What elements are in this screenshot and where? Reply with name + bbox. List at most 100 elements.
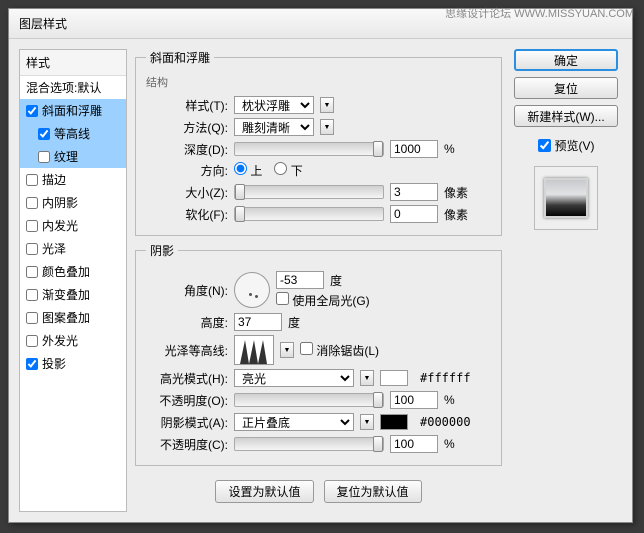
ok-button[interactable]: 确定	[514, 49, 618, 71]
style-item-label: 斜面和浮雕	[42, 102, 102, 119]
style-item[interactable]: 图案叠加	[20, 306, 126, 329]
altitude-input[interactable]	[234, 313, 282, 331]
new-style-button[interactable]: 新建样式(W)...	[514, 105, 618, 127]
opacity-unit: %	[444, 437, 478, 451]
cancel-button[interactable]: 复位	[514, 77, 618, 99]
style-item-checkbox[interactable]	[26, 335, 38, 347]
style-item-label: 外发光	[42, 332, 78, 349]
soften-unit: 像素	[444, 206, 478, 223]
highlight-color-hex: #ffffff	[420, 371, 471, 385]
styles-header: 样式	[20, 50, 126, 76]
size-input[interactable]	[390, 183, 438, 201]
style-select[interactable]: 枕状浮雕	[234, 96, 314, 114]
style-item[interactable]: 内发光	[20, 214, 126, 237]
style-item[interactable]: 内阴影	[20, 191, 126, 214]
global-light-checkbox[interactable]: 使用全局光(G)	[276, 292, 370, 309]
style-item-label: 光泽	[42, 240, 66, 257]
shadow-color-hex: #000000	[420, 415, 471, 429]
size-slider[interactable]	[234, 185, 384, 199]
shadow-opacity-slider[interactable]	[234, 437, 384, 451]
preview-box	[534, 166, 598, 230]
style-item-checkbox[interactable]	[26, 220, 38, 232]
depth-unit: %	[444, 142, 478, 156]
style-item[interactable]: 等高线	[20, 122, 126, 145]
chevron-down-icon[interactable]: ▼	[320, 119, 334, 135]
style-item-checkbox[interactable]	[26, 105, 38, 117]
style-item-checkbox[interactable]	[26, 312, 38, 324]
style-item-checkbox[interactable]	[26, 243, 38, 255]
chevron-down-icon[interactable]: ▼	[360, 414, 374, 430]
chevron-down-icon[interactable]: ▼	[360, 370, 374, 386]
set-default-button[interactable]: 设置为默认值	[215, 480, 313, 503]
shadow-mode-label: 阴影模式(A):	[146, 414, 228, 431]
antialias-checkbox[interactable]: 消除锯齿(L)	[300, 342, 379, 359]
altitude-label: 高度:	[146, 314, 228, 331]
technique-select[interactable]: 雕刻清晰	[234, 118, 314, 136]
size-label: 大小(Z):	[146, 184, 228, 201]
style-item[interactable]: 外发光	[20, 329, 126, 352]
soften-slider[interactable]	[234, 207, 384, 221]
style-item[interactable]: 纹理	[20, 145, 126, 168]
preview-checkbox[interactable]: 预览(V)	[538, 137, 595, 154]
right-panel: 确定 复位 新建样式(W)... 预览(V)	[510, 49, 622, 512]
style-item-label: 渐变叠加	[42, 286, 90, 303]
style-item-label: 内阴影	[42, 194, 78, 211]
blend-options-header[interactable]: 混合选项:默认	[20, 76, 126, 99]
main-settings: 斜面和浮雕 结构 样式(T): 枕状浮雕 ▼ 方法(Q): 雕刻清晰 ▼ 深度(…	[135, 49, 502, 512]
style-item-checkbox[interactable]	[26, 174, 38, 186]
depth-label: 深度(D):	[146, 141, 228, 158]
angle-label: 角度(N):	[146, 282, 228, 299]
soften-input[interactable]	[390, 205, 438, 223]
depth-input[interactable]	[390, 140, 438, 158]
style-item[interactable]: 渐变叠加	[20, 283, 126, 306]
shadow-color-swatch[interactable]	[380, 414, 408, 430]
highlight-opacity-slider[interactable]	[234, 393, 384, 407]
direction-up-radio[interactable]: 上	[234, 162, 262, 179]
opacity-unit: %	[444, 393, 478, 407]
highlight-opacity-label: 不透明度(O):	[146, 392, 228, 409]
size-unit: 像素	[444, 184, 478, 201]
layer-style-dialog: 图层样式 样式 混合选项:默认 斜面和浮雕等高线纹理描边内阴影内发光光泽颜色叠加…	[8, 8, 633, 523]
bevel-fieldset: 斜面和浮雕 结构 样式(T): 枕状浮雕 ▼ 方法(Q): 雕刻清晰 ▼ 深度(…	[135, 49, 502, 236]
gloss-contour-label: 光泽等高线:	[146, 342, 228, 359]
altitude-unit: 度	[288, 314, 300, 331]
highlight-mode-select[interactable]: 亮光	[234, 369, 354, 387]
style-item-label: 颜色叠加	[42, 263, 90, 280]
style-item-checkbox[interactable]	[38, 151, 50, 163]
angle-dial[interactable]	[234, 272, 270, 308]
style-item[interactable]: 光泽	[20, 237, 126, 260]
highlight-opacity-input[interactable]	[390, 391, 438, 409]
soften-label: 软化(F):	[146, 206, 228, 223]
shadow-opacity-input[interactable]	[390, 435, 438, 453]
style-item[interactable]: 斜面和浮雕	[20, 99, 126, 122]
direction-down-radio[interactable]: 下	[274, 162, 302, 179]
style-label: 样式(T):	[146, 97, 228, 114]
style-item[interactable]: 描边	[20, 168, 126, 191]
chevron-down-icon[interactable]: ▼	[320, 97, 334, 113]
chevron-down-icon[interactable]: ▼	[280, 342, 294, 358]
style-item-label: 纹理	[54, 148, 78, 165]
style-item-label: 投影	[42, 355, 66, 372]
shading-fieldset: 阴影 角度(N): 度 使用全局光(G) 高度:	[135, 242, 502, 466]
gloss-contour-picker[interactable]	[234, 335, 274, 365]
highlight-mode-label: 高光模式(H):	[146, 370, 228, 387]
reset-default-button[interactable]: 复位为默认值	[324, 480, 422, 503]
structure-label: 结构	[146, 74, 491, 90]
style-item-checkbox[interactable]	[26, 358, 38, 370]
depth-slider[interactable]	[234, 142, 384, 156]
style-item-checkbox[interactable]	[26, 266, 38, 278]
highlight-color-swatch[interactable]	[380, 370, 408, 386]
style-item-checkbox[interactable]	[26, 197, 38, 209]
shadow-mode-select[interactable]: 正片叠底	[234, 413, 354, 431]
style-item-checkbox[interactable]	[26, 289, 38, 301]
style-item-checkbox[interactable]	[38, 128, 50, 140]
style-item[interactable]: 投影	[20, 352, 126, 375]
style-item-label: 内发光	[42, 217, 78, 234]
bevel-legend: 斜面和浮雕	[146, 49, 214, 66]
angle-input[interactable]	[276, 271, 324, 289]
style-item-label: 图案叠加	[42, 309, 90, 326]
shading-legend: 阴影	[146, 242, 178, 259]
preview-thumbnail	[544, 178, 588, 218]
shadow-opacity-label: 不透明度(C):	[146, 436, 228, 453]
style-item[interactable]: 颜色叠加	[20, 260, 126, 283]
